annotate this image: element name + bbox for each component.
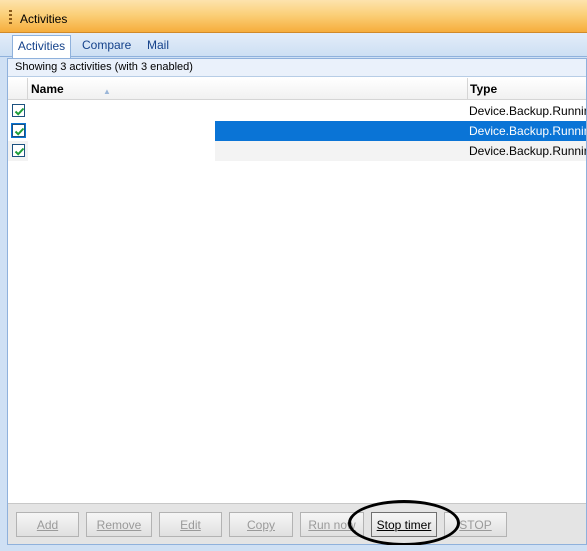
tab-label: Compare xyxy=(82,38,132,52)
window-title-bar: Activities xyxy=(0,0,587,33)
column-header-type[interactable]: Type xyxy=(470,78,586,100)
check-icon xyxy=(14,147,25,156)
copy-button[interactable]: Copy xyxy=(229,512,293,537)
row-name-cell xyxy=(28,121,215,141)
enabled-checkbox[interactable] xyxy=(12,104,25,117)
tab-compare[interactable]: Compare xyxy=(82,35,131,57)
row-name-cell xyxy=(28,101,215,121)
add-button[interactable]: Add xyxy=(16,512,79,537)
tab-activities[interactable]: Activities xyxy=(12,35,71,58)
row-type-cell: Device.Backup.Running xyxy=(469,144,586,158)
column-header-name[interactable]: Name ▲ xyxy=(31,78,468,100)
tab-label: Activities xyxy=(17,39,66,53)
remove-button[interactable]: Remove xyxy=(86,512,152,537)
status-text: Showing 3 activities (with 3 enabled) xyxy=(8,59,586,77)
column-separator xyxy=(27,78,28,100)
enabled-checkbox[interactable] xyxy=(12,144,25,157)
check-icon xyxy=(14,107,25,116)
tab-mail[interactable]: Mail xyxy=(147,35,169,57)
table-row[interactable]: Device.Backup.Running xyxy=(8,101,586,121)
run-now-button[interactable]: Run now xyxy=(300,512,364,537)
row-name-cell xyxy=(28,141,215,161)
table-row[interactable]: Device.Backup.Running xyxy=(8,141,586,161)
stop-timer-button[interactable]: Stop timer xyxy=(371,512,437,537)
check-icon xyxy=(14,127,25,136)
column-header-label: Name xyxy=(31,82,64,96)
tab-label: Mail xyxy=(147,38,170,52)
sort-ascending-icon: ▲ xyxy=(103,87,111,96)
column-separator[interactable] xyxy=(467,78,468,100)
grip-icon[interactable] xyxy=(9,10,12,26)
row-type-cell: Device.Backup.Running xyxy=(469,124,586,138)
activities-panel: Showing 3 activities (with 3 enabled) Na… xyxy=(7,58,587,545)
column-header-label: Type xyxy=(470,82,498,96)
tab-strip: Activities Compare Mail xyxy=(0,33,587,58)
grid-header: Name ▲ Type xyxy=(8,78,586,100)
table-row-selected[interactable]: Device.Backup.Running xyxy=(8,121,586,141)
stop-button[interactable]: STOP xyxy=(444,512,507,537)
button-bar: Add Remove Edit Copy Run now Stop timer … xyxy=(8,503,586,544)
edit-button[interactable]: Edit xyxy=(159,512,222,537)
enabled-checkbox[interactable] xyxy=(11,123,26,138)
window-bottom-edge xyxy=(0,545,587,551)
window-title: Activities xyxy=(20,12,68,26)
row-type-cell: Device.Backup.Running xyxy=(469,104,586,118)
